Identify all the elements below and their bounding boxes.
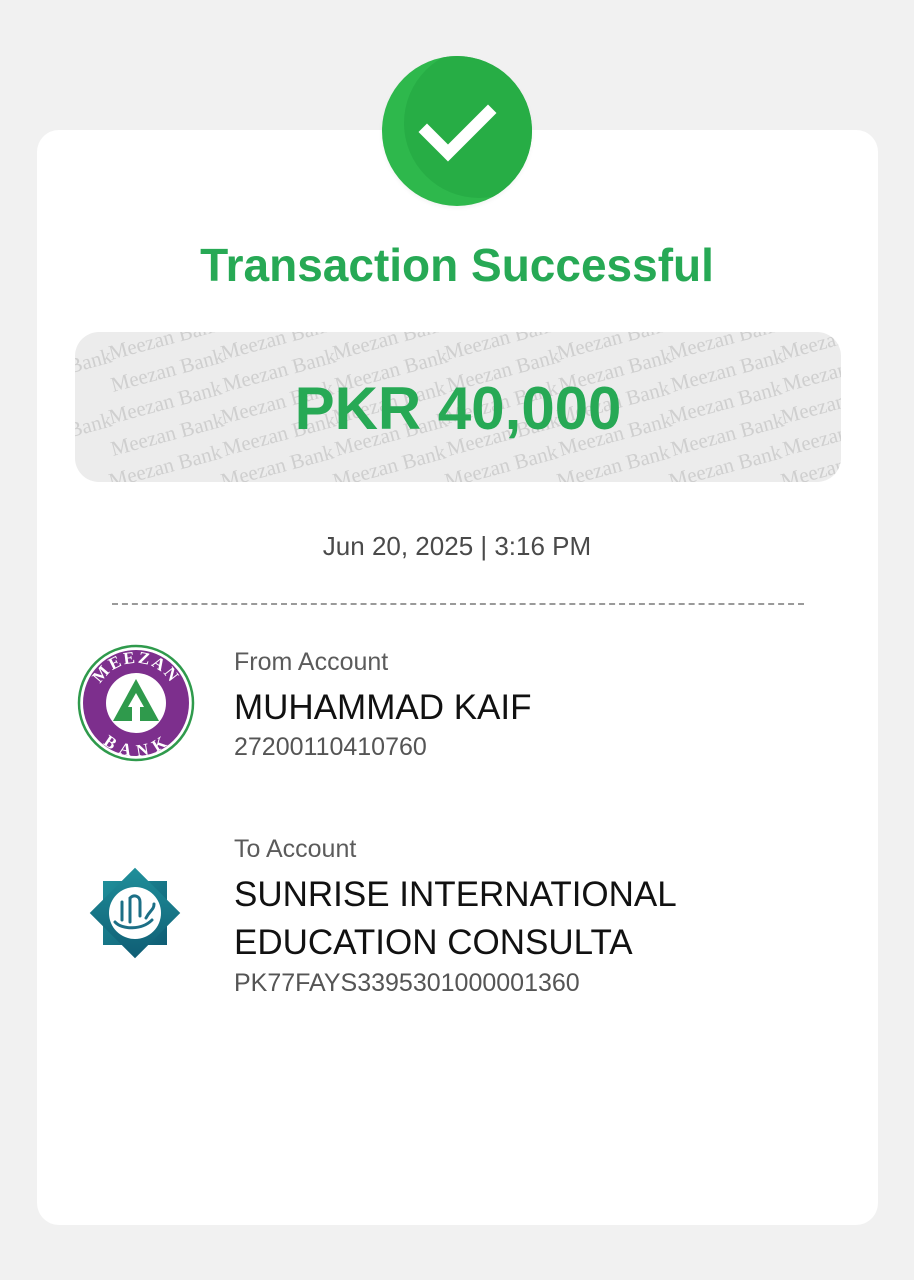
transaction-datetime: Jun 20, 2025 | 3:16 PM — [322, 531, 592, 561]
faysal-bank-islami-logo — [89, 867, 181, 959]
to-account-name-line1: SUNRISE INTERNATIONAL — [234, 875, 677, 914]
amount-panel: Meezan Bank Meezan Bank Meezan Bank Meezan … — [75, 332, 841, 482]
from-account-name: MUHAMMAD KAIF — [234, 688, 532, 727]
to-account-name-line2: EDUCATION CONSULTA — [234, 923, 633, 962]
from-account-number: 27200110410760 — [234, 733, 427, 761]
dashed-divider — [112, 603, 804, 605]
to-account-number: PK77FAYS3395301000001360 — [234, 969, 580, 997]
transaction-status-title: Transaction Successful — [200, 239, 714, 291]
from-account-label: From Account — [234, 648, 389, 676]
success-checkmark-icon — [382, 56, 532, 206]
to-account-label: To Account — [234, 835, 357, 863]
meezan-bank-logo: MEEZAN BANK — [77, 644, 195, 762]
transaction-amount: PKR 40,000 — [294, 375, 622, 442]
